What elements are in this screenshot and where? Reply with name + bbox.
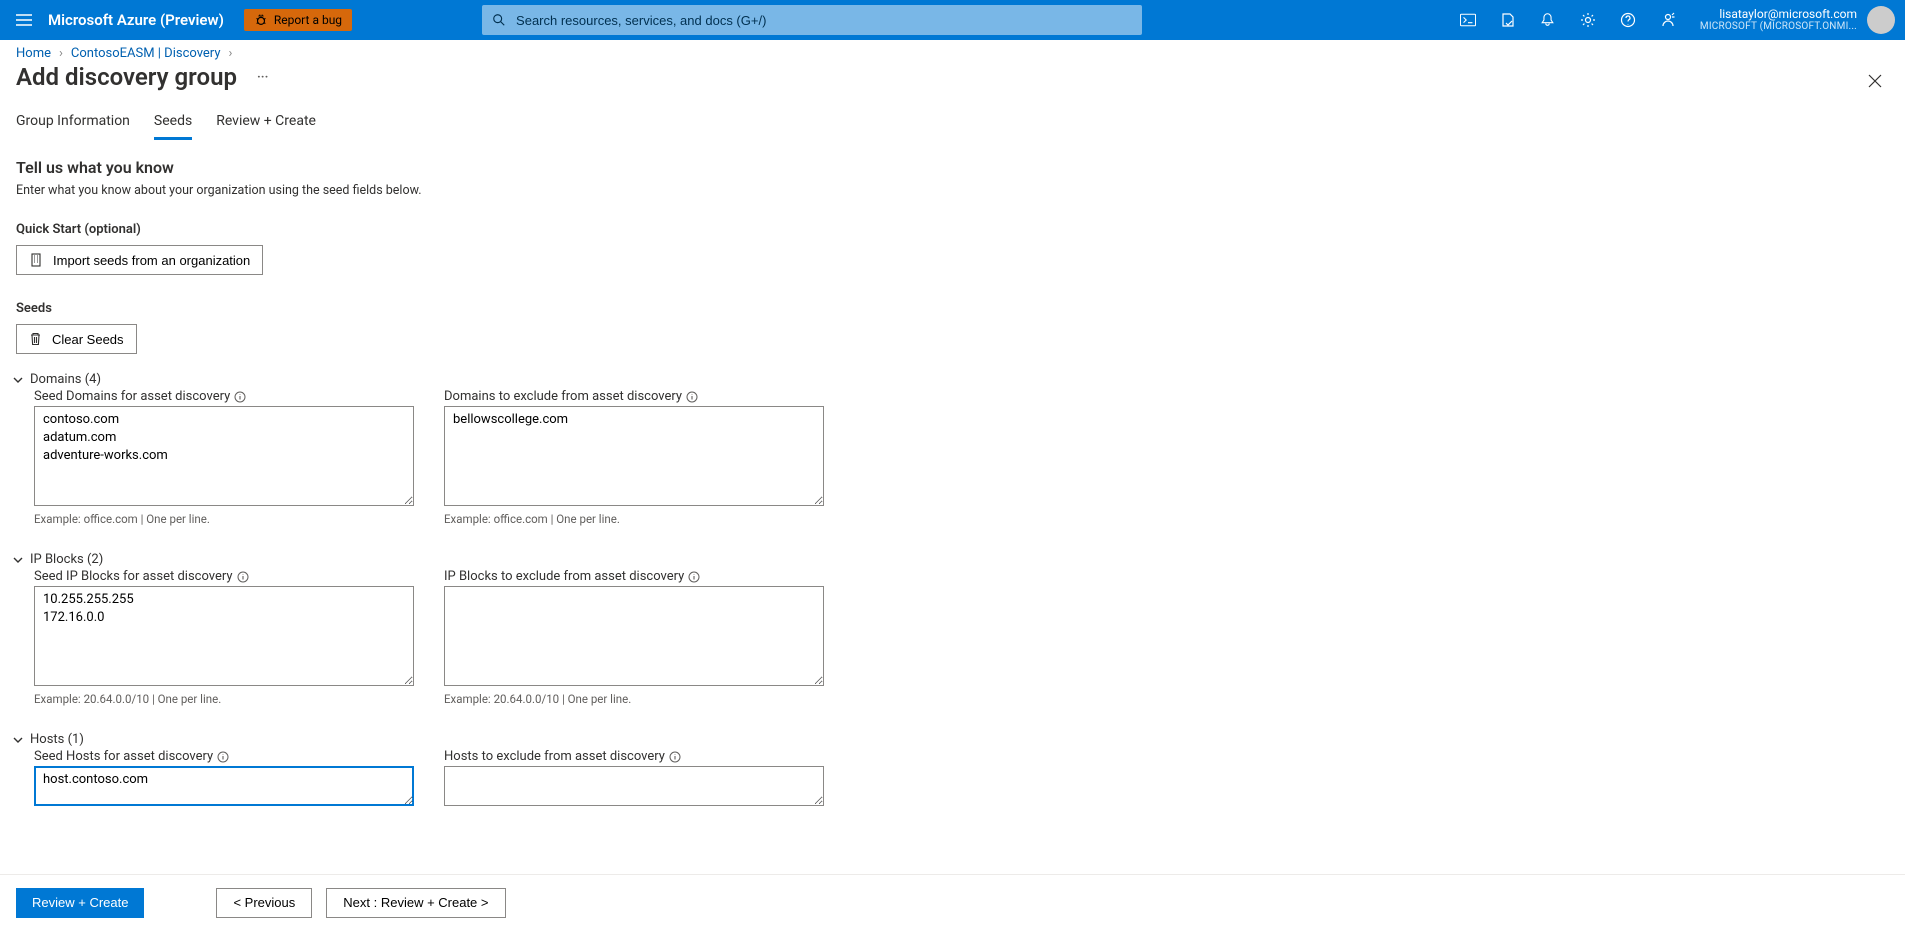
seed-domains-example: Example: office.com | One per line. xyxy=(34,512,414,526)
directories-icon[interactable] xyxy=(1488,0,1528,40)
tab-seeds[interactable]: Seeds xyxy=(154,103,192,140)
account-block[interactable]: lisataylor@microsoft.com MICROSOFT (MICR… xyxy=(1688,0,1863,40)
info-icon[interactable] xyxy=(234,391,246,403)
wizard-footer: Review + Create < Previous Next : Review… xyxy=(0,874,1905,930)
review-create-button[interactable]: Review + Create xyxy=(16,888,144,918)
seed-hosts-label: Seed Hosts for asset discovery xyxy=(34,749,414,764)
seeds-label: Seeds xyxy=(16,301,1889,316)
account-tenant: MICROSOFT (MICROSOFT.ONMI... xyxy=(1700,21,1857,32)
account-email: lisataylor@microsoft.com xyxy=(1719,8,1857,21)
seed-ipblocks-example: Example: 20.64.0.0/10 | One per line. xyxy=(34,692,414,706)
top-icon-tray xyxy=(1448,0,1688,40)
breadcrumb-discovery[interactable]: ContosoEASM | Discovery xyxy=(71,46,221,61)
trash-icon xyxy=(29,332,42,346)
previous-button[interactable]: < Previous xyxy=(216,888,312,918)
topbar: Microsoft Azure (Preview) Report a bug xyxy=(0,0,1905,40)
exclude-hosts-input[interactable] xyxy=(444,766,824,806)
search-bar[interactable] xyxy=(482,5,1142,35)
chevron-down-icon xyxy=(12,734,24,746)
exclude-ipblocks-label: IP Blocks to exclude from asset discover… xyxy=(444,569,824,584)
seed-ipblocks-label: Seed IP Blocks for asset discovery xyxy=(34,569,414,584)
feedback-icon[interactable] xyxy=(1648,0,1688,40)
search-icon xyxy=(492,13,506,27)
chevron-down-icon xyxy=(12,554,24,566)
cloud-shell-icon[interactable] xyxy=(1448,0,1488,40)
domains-section: Domains (4) Seed Domains for asset disco… xyxy=(16,372,1889,526)
seed-domains-label: Seed Domains for asset discovery xyxy=(34,389,414,404)
exclude-ipblocks-input[interactable] xyxy=(444,586,824,686)
seed-domains-input[interactable] xyxy=(34,406,414,506)
import-seeds-label: Import seeds from an organization xyxy=(53,253,250,268)
title-row: Add discovery group ··· xyxy=(0,63,1905,97)
quickstart-block: Quick Start (optional) Import seeds from… xyxy=(16,222,1889,275)
settings-icon[interactable] xyxy=(1568,0,1608,40)
organization-icon xyxy=(29,253,43,267)
exclude-hosts-label: Hosts to exclude from asset discovery xyxy=(444,749,824,764)
section-heading: Tell us what you know xyxy=(16,158,1889,177)
tab-group-information[interactable]: Group Information xyxy=(16,103,130,140)
seeds-block: Seeds Clear Seeds xyxy=(16,301,1889,354)
clear-seeds-label: Clear Seeds xyxy=(52,332,124,347)
chevron-down-icon xyxy=(12,374,24,386)
ipblocks-toggle[interactable]: IP Blocks (2) xyxy=(12,552,1889,567)
page-title: Add discovery group xyxy=(16,63,237,91)
quickstart-label: Quick Start (optional) xyxy=(16,222,1889,237)
notifications-icon[interactable] xyxy=(1528,0,1568,40)
help-icon[interactable] xyxy=(1608,0,1648,40)
chevron-right-icon: › xyxy=(228,46,232,61)
exclude-domains-label: Domains to exclude from asset discovery xyxy=(444,389,824,404)
exclude-domains-example: Example: office.com | One per line. xyxy=(444,512,824,526)
report-bug-label: Report a bug xyxy=(274,13,342,27)
breadcrumb-home[interactable]: Home xyxy=(16,46,51,61)
clear-seeds-button[interactable]: Clear Seeds xyxy=(16,324,137,354)
next-button[interactable]: Next : Review + Create > xyxy=(326,888,505,918)
seed-hosts-input[interactable] xyxy=(34,766,414,806)
report-bug-button[interactable]: Report a bug xyxy=(244,9,352,31)
chevron-right-icon: › xyxy=(59,46,63,61)
search-input[interactable] xyxy=(514,12,1132,29)
domains-toggle[interactable]: Domains (4) xyxy=(12,372,1889,387)
more-menu-icon[interactable]: ··· xyxy=(257,70,268,85)
bug-icon xyxy=(254,13,268,27)
hosts-toggle[interactable]: Hosts (1) xyxy=(12,732,1889,747)
hosts-section: Hosts (1) Seed Hosts for asset discovery… xyxy=(16,732,1889,810)
domains-header: Domains (4) xyxy=(30,372,101,387)
info-icon[interactable] xyxy=(217,751,229,763)
main-content: Tell us what you know Enter what you kno… xyxy=(0,140,1905,874)
seed-ipblocks-input[interactable] xyxy=(34,586,414,686)
ipblocks-section: IP Blocks (2) Seed IP Blocks for asset d… xyxy=(16,552,1889,706)
info-icon[interactable] xyxy=(686,391,698,403)
hosts-header: Hosts (1) xyxy=(30,732,84,747)
avatar[interactable] xyxy=(1867,6,1895,34)
exclude-domains-input[interactable] xyxy=(444,406,824,506)
tab-bar: Group Information Seeds Review + Create xyxy=(0,97,1905,140)
import-seeds-button[interactable]: Import seeds from an organization xyxy=(16,245,263,275)
menu-icon[interactable] xyxy=(0,0,48,40)
info-icon[interactable] xyxy=(237,571,249,583)
close-button[interactable] xyxy=(1867,73,1883,89)
info-icon[interactable] xyxy=(669,751,681,763)
ipblocks-header: IP Blocks (2) xyxy=(30,552,103,567)
info-icon[interactable] xyxy=(688,571,700,583)
section-subheading: Enter what you know about your organizat… xyxy=(16,183,1889,198)
brand-title[interactable]: Microsoft Azure (Preview) xyxy=(48,11,244,29)
breadcrumb: Home › ContosoEASM | Discovery › xyxy=(0,40,1905,63)
tab-review-create[interactable]: Review + Create xyxy=(216,103,316,140)
exclude-ipblocks-example: Example: 20.64.0.0/10 | One per line. xyxy=(444,692,824,706)
